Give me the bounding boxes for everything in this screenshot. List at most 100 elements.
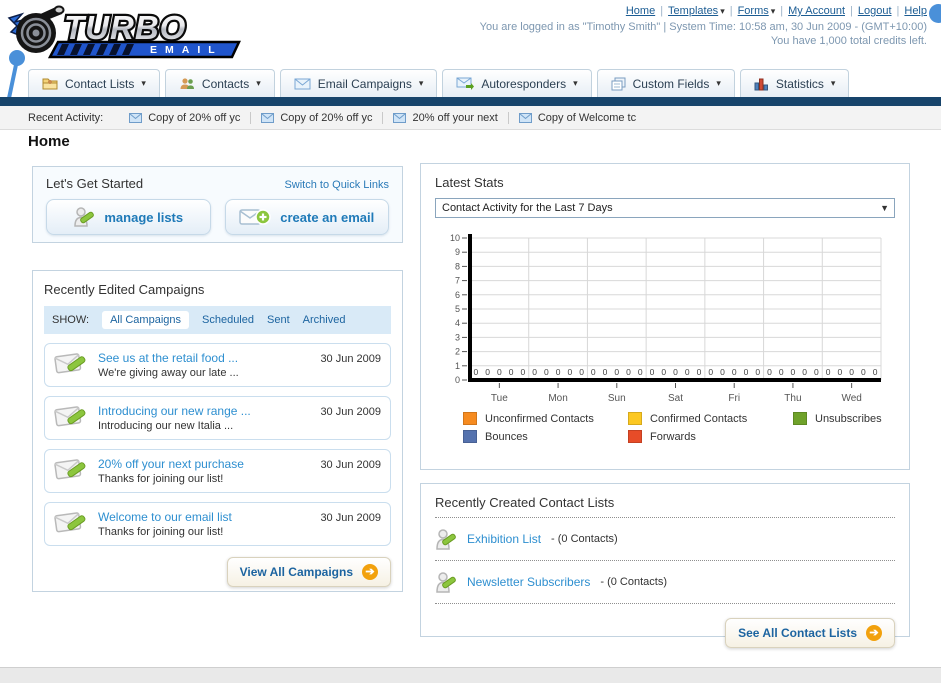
tab-label: Statistics (775, 76, 824, 91)
see-all-contact-lists-button[interactable]: See All Contact Lists ➔ (725, 618, 895, 648)
svg-text:0: 0 (638, 367, 643, 377)
page-title: Home (28, 133, 70, 150)
latest-stats-title: Latest Stats (435, 175, 504, 190)
campaign-subtitle: Introducing our new Italia ... (98, 420, 234, 432)
campaign-title-link[interactable]: Welcome to our email list (98, 510, 232, 524)
campaign-subtitle: Thanks for joining our list! (98, 526, 224, 538)
filter-all-campaigns[interactable]: All Campaigns (102, 311, 189, 329)
stats-report-dropdown[interactable]: Contact Activity for the Last 7 Days ▼ (435, 198, 895, 218)
filter-sent[interactable]: Sent (267, 314, 290, 326)
campaign-title-link[interactable]: 20% off your next purchase (98, 457, 244, 471)
svg-text:5: 5 (455, 304, 460, 314)
campaign-row[interactable]: Introducing our new range ... Introducin… (44, 396, 391, 440)
tab-autoresponders[interactable]: Autoresponders ▾ (442, 69, 592, 97)
svg-text:0: 0 (802, 367, 807, 377)
svg-text:0: 0 (849, 367, 854, 377)
recently-edited-campaigns-panel: Recently Edited Campaigns SHOW: All Camp… (32, 270, 403, 592)
tab-email-campaigns[interactable]: Email Campaigns ▾ (279, 69, 438, 97)
recent-activity-item[interactable]: Copy of 20% off yc (251, 111, 384, 124)
recent-activity-item[interactable]: 20% off your next (383, 111, 509, 124)
manage-lists-button[interactable]: manage lists (46, 199, 211, 235)
brand-bottom-text: EMAIL (150, 44, 223, 56)
contact-activity-chart: 0123456789100 0 0 0 0Tue0 0 0 0 0Mon0 0 0 0 0Sun0 0 0 0… (450, 233, 882, 404)
campaigns-title: Recently Edited Campaigns (44, 282, 205, 297)
manage-lists-label: manage lists (104, 209, 184, 225)
svg-text:0: 0 (520, 367, 525, 377)
turbo-email-logo: TURBO EMAIL (6, 2, 246, 65)
svg-text:0: 0 (626, 367, 631, 377)
campaign-date: 30 Jun 2009 (320, 353, 381, 365)
campaign-row[interactable]: 20% off your next purchase Thanks for jo… (44, 449, 391, 493)
envelope-icon (294, 78, 311, 89)
annotation-dot-right (929, 4, 941, 23)
tab-contact-lists[interactable]: Contact Lists ▾ (28, 69, 160, 97)
header-link-my-account[interactable]: My Account (788, 5, 845, 17)
filter-archived[interactable]: Archived (303, 314, 346, 326)
svg-text:0: 0 (532, 367, 537, 377)
arrow-right-icon: ➔ (362, 564, 378, 580)
svg-text:1: 1 (455, 361, 460, 371)
recent-activity-item[interactable]: Copy of 20% off yc (119, 111, 252, 124)
svg-text:Sat: Sat (668, 393, 683, 404)
header-link-templates[interactable]: Templates (668, 5, 718, 17)
svg-text:0: 0 (485, 367, 490, 377)
campaign-date: 30 Jun 2009 (320, 406, 381, 418)
svg-text:0: 0 (732, 367, 737, 377)
legend-swatch (793, 412, 807, 425)
legend-item: Forwards (628, 430, 793, 443)
contact-list-count: - (0 Contacts) (600, 576, 668, 588)
tab-label: Custom Fields (632, 76, 710, 91)
campaign-title-link[interactable]: Introducing our new range ... (98, 404, 251, 418)
svg-text:2: 2 (455, 347, 460, 357)
svg-text:0: 0 (661, 367, 666, 377)
chart-legend: Unconfirmed Contacts Confirmed Contacts Un… (463, 412, 895, 443)
envelope-pencil-icon (54, 406, 86, 427)
recent-activity-text: Copy of Welcome tc (537, 111, 637, 124)
svg-text:6: 6 (455, 290, 460, 300)
tab-custom-fields[interactable]: Custom Fields ▾ (596, 69, 735, 97)
header-link-forms[interactable]: Forms (738, 5, 769, 17)
tab-statistics[interactable]: Statistics ▾ (739, 69, 850, 97)
svg-text:0: 0 (826, 367, 831, 377)
switch-quick-links-link[interactable]: Switch to Quick Links (284, 179, 389, 191)
svg-text:0: 0 (497, 367, 502, 377)
navy-divider-bar (0, 97, 941, 106)
header: TURBO EMAIL Home | Templates ▾ | Forms ▾ | My Ac… (0, 0, 941, 67)
contact-list-name-link[interactable]: Newsletter Subscribers (467, 575, 590, 589)
users-icon (180, 77, 194, 89)
create-email-label: create an email (280, 209, 375, 225)
view-all-campaigns-button[interactable]: View All Campaigns ➔ (226, 557, 391, 587)
legend-label: Confirmed Contacts (650, 412, 748, 425)
svg-text:3: 3 (455, 332, 460, 342)
legend-item: Unsubscribes (793, 412, 895, 425)
view-all-campaigns-label: View All Campaigns (239, 565, 353, 579)
campaign-row[interactable]: Welcome to our email list Thanks for joi… (44, 502, 391, 546)
svg-text:0: 0 (838, 367, 843, 377)
person-pencil-icon (436, 572, 456, 593)
campaign-row[interactable]: See us at the retail food ... We're givi… (44, 343, 391, 387)
header-link-home[interactable]: Home (626, 5, 655, 17)
filter-scheduled[interactable]: Scheduled (202, 314, 254, 326)
legend-swatch (463, 430, 477, 443)
latest-stats-panel: Latest Stats Contact Activity for the La… (420, 163, 910, 470)
tab-contacts[interactable]: Contacts ▾ (164, 69, 275, 97)
contact-list-row[interactable]: Newsletter Subscribers - (0 Contacts) (435, 568, 895, 596)
header-link-logout[interactable]: Logout (858, 5, 892, 17)
tab-label: Contacts (201, 76, 250, 91)
header-link-help[interactable]: Help (904, 5, 927, 17)
svg-text:Fri: Fri (728, 393, 740, 404)
envelope-icon (129, 112, 143, 123)
tab-label: Contact Lists (65, 76, 135, 91)
contact-list-row[interactable]: Exhibition List - (0 Contacts) (435, 525, 895, 553)
campaign-title-link[interactable]: See us at the retail food ... (98, 351, 239, 365)
person-pencil-icon (436, 529, 456, 550)
contact-list-name-link[interactable]: Exhibition List (467, 532, 541, 546)
svg-text:Tue: Tue (491, 393, 508, 404)
create-email-button[interactable]: create an email (224, 199, 389, 235)
header-links: Home | Templates ▾ | Forms ▾ | My Account | Logout… (626, 5, 927, 17)
campaign-subtitle: Thanks for joining our list! (98, 473, 224, 485)
separator: | (780, 5, 784, 17)
recent-activity-item[interactable]: Copy of Welcome tc (509, 112, 646, 124)
statistics-icon (754, 78, 768, 90)
dotted-divider (435, 517, 895, 518)
